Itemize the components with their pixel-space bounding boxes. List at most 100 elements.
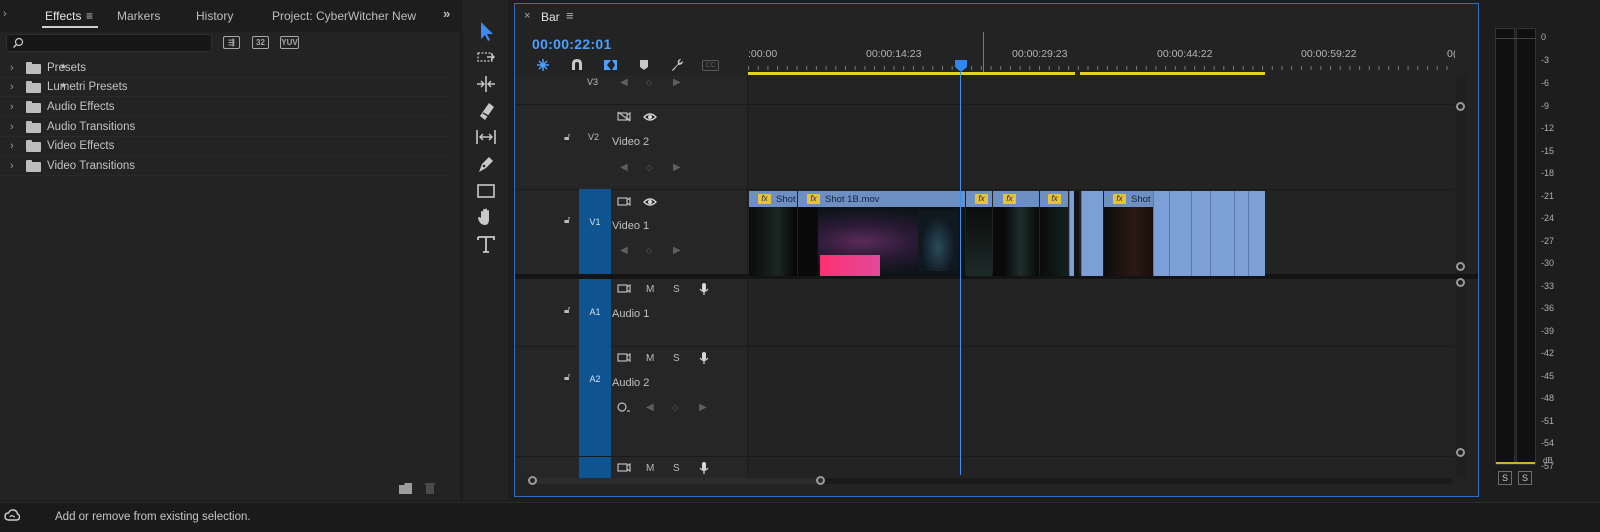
chevron-right-icon[interactable]: ›: [10, 121, 14, 133]
track-name-audio-2[interactable]: Audio 2: [612, 377, 649, 389]
chevron-right-icon[interactable]: ›: [10, 160, 14, 172]
lock-icon[interactable]: 🔓︎: [564, 372, 570, 383]
video-clip[interactable]: [1191, 191, 1210, 276]
sync-lock-icon[interactable]: [617, 352, 631, 363]
eye-icon[interactable]: [643, 197, 657, 207]
zoom-handle-left[interactable]: [528, 476, 537, 485]
sync-lock-icon[interactable]: [617, 196, 631, 207]
video-clip[interactable]: fx Shot: [1104, 191, 1153, 276]
track-name-audio-1[interactable]: Audio 1: [612, 308, 649, 320]
zoom-handle-right[interactable]: [816, 476, 825, 485]
video-clip[interactable]: fx: [966, 191, 992, 276]
add-marker-icon[interactable]: [639, 59, 649, 71]
chevron-right-icon[interactable]: ›: [10, 140, 14, 152]
prev-keyframe-icon[interactable]: ◀: [646, 402, 654, 413]
search-field[interactable]: [27, 36, 207, 50]
time-ruler[interactable]: :00:00 00:00:14:23 00:00:29:23 00:00:44:…: [748, 32, 1455, 76]
linked-selection-icon[interactable]: [603, 58, 618, 72]
panel-overflow-icon[interactable]: »: [443, 6, 450, 21]
track-name-video-2[interactable]: Video 2: [612, 136, 649, 148]
add-keyframe-icon[interactable]: ◇: [646, 246, 652, 255]
video-clip[interactable]: [1153, 191, 1169, 276]
sync-lock-icon[interactable]: [617, 283, 631, 294]
wrench-icon[interactable]: [670, 58, 684, 72]
slip-tool-icon[interactable]: [475, 126, 497, 148]
sequence-tab-title[interactable]: Bar: [541, 10, 560, 24]
panel-expand-icon[interactable]: ›: [3, 8, 7, 20]
track-select-tool-icon[interactable]: [475, 48, 497, 70]
type-tool-icon[interactable]: [475, 233, 497, 255]
scroll-handle[interactable]: [1456, 448, 1465, 457]
solo-button[interactable]: S: [673, 353, 680, 364]
tree-item-audio-transitions[interactable]: › Audio Transitions: [0, 118, 452, 137]
effects-search-input[interactable]: [6, 34, 212, 52]
trash-icon[interactable]: [424, 482, 436, 495]
solo-right-button[interactable]: S: [1518, 471, 1532, 485]
32bit-filter-button[interactable]: 32: [252, 36, 269, 49]
playhead-timecode[interactable]: 00:00:22:01: [532, 36, 612, 52]
next-keyframe-icon[interactable]: ▶: [699, 402, 707, 413]
rectangle-tool-icon[interactable]: [475, 180, 497, 202]
source-patch-a1[interactable]: A1: [579, 279, 611, 346]
tree-item-audio-effects[interactable]: › Audio Effects: [0, 98, 452, 117]
tree-item-video-transitions[interactable]: › Video Transitions: [0, 157, 452, 176]
source-patch-a2[interactable]: A2: [579, 346, 611, 456]
source-patch-v1[interactable]: V1: [579, 189, 611, 274]
eye-icon[interactable]: [643, 112, 657, 122]
tab-markers[interactable]: Markers: [117, 9, 160, 23]
video-clip[interactable]: [1169, 191, 1191, 276]
razor-tool-icon[interactable]: [475, 100, 497, 122]
solo-left-button[interactable]: S: [1498, 471, 1512, 485]
microphone-icon[interactable]: [699, 461, 709, 475]
tree-item-presets[interactable]: › ★ Presets: [0, 59, 452, 78]
add-keyframe-icon[interactable]: ◇: [672, 403, 678, 412]
video-clip[interactable]: fx Shot: [749, 191, 797, 276]
tab-effects[interactable]: Effects: [45, 9, 81, 23]
next-keyframe-icon[interactable]: ▶: [673, 77, 681, 88]
close-icon[interactable]: ×: [524, 10, 530, 22]
scroll-handle[interactable]: [1456, 262, 1465, 271]
add-keyframe-icon[interactable]: ◇: [646, 78, 652, 87]
tab-menu-icon[interactable]: ≡: [566, 8, 574, 23]
tab-project[interactable]: Project: CyberWitcher New Cut: [272, 9, 420, 23]
new-bin-icon[interactable]: [398, 482, 414, 495]
video-clip[interactable]: [1210, 191, 1234, 276]
tree-item-lumetri-presets[interactable]: › ★ Lumetri Presets: [0, 78, 452, 97]
ripple-edit-tool-icon[interactable]: [475, 73, 497, 95]
source-patch-a3[interactable]: [579, 457, 611, 479]
prev-keyframe-icon[interactable]: ◀: [620, 77, 628, 88]
video-clip[interactable]: [1234, 191, 1248, 276]
lock-icon[interactable]: 🔓︎: [564, 132, 570, 143]
lock-icon[interactable]: 🔓︎: [564, 215, 570, 226]
track-name-video-1[interactable]: Video 1: [612, 220, 649, 232]
playhead-line[interactable]: [960, 72, 961, 475]
next-keyframe-icon[interactable]: ▶: [673, 245, 681, 256]
add-keyframe-icon[interactable]: ◇: [646, 163, 652, 172]
video-clip[interactable]: [1074, 191, 1079, 276]
scroll-handle[interactable]: [1456, 102, 1465, 111]
work-area-bar[interactable]: [1080, 72, 1265, 75]
video-clip[interactable]: fx Shot 1B.mov: [798, 191, 965, 276]
solo-button[interactable]: S: [673, 463, 680, 474]
video-clip[interactable]: [1248, 191, 1265, 276]
chevron-right-icon[interactable]: ›: [10, 81, 14, 93]
scroll-handle[interactable]: [1456, 278, 1465, 287]
tab-history[interactable]: History: [196, 9, 233, 23]
prev-keyframe-icon[interactable]: ◀: [620, 245, 628, 256]
accelerated-effects-filter-icon[interactable]: ⇶: [223, 36, 240, 49]
horizontal-scrollbar-thumb[interactable]: [533, 478, 823, 484]
snap-icon[interactable]: [570, 58, 584, 72]
captions-button[interactable]: CC: [702, 60, 719, 71]
yuv-filter-button[interactable]: YUV: [280, 36, 299, 49]
video-clip[interactable]: fx: [1040, 191, 1068, 276]
volume-keyframe-icon[interactable]: [617, 401, 631, 413]
lock-icon[interactable]: 🔓︎: [564, 305, 570, 316]
selection-tool-icon[interactable]: [475, 20, 497, 42]
playhead-handle[interactable]: [954, 59, 968, 73]
mute-button[interactable]: M: [646, 353, 654, 364]
creative-cloud-icon[interactable]: [4, 508, 20, 522]
video-clip[interactable]: [1081, 191, 1103, 276]
video-clip[interactable]: fx: [993, 191, 1039, 276]
chevron-right-icon[interactable]: ›: [10, 101, 14, 113]
microphone-icon[interactable]: [699, 351, 709, 365]
